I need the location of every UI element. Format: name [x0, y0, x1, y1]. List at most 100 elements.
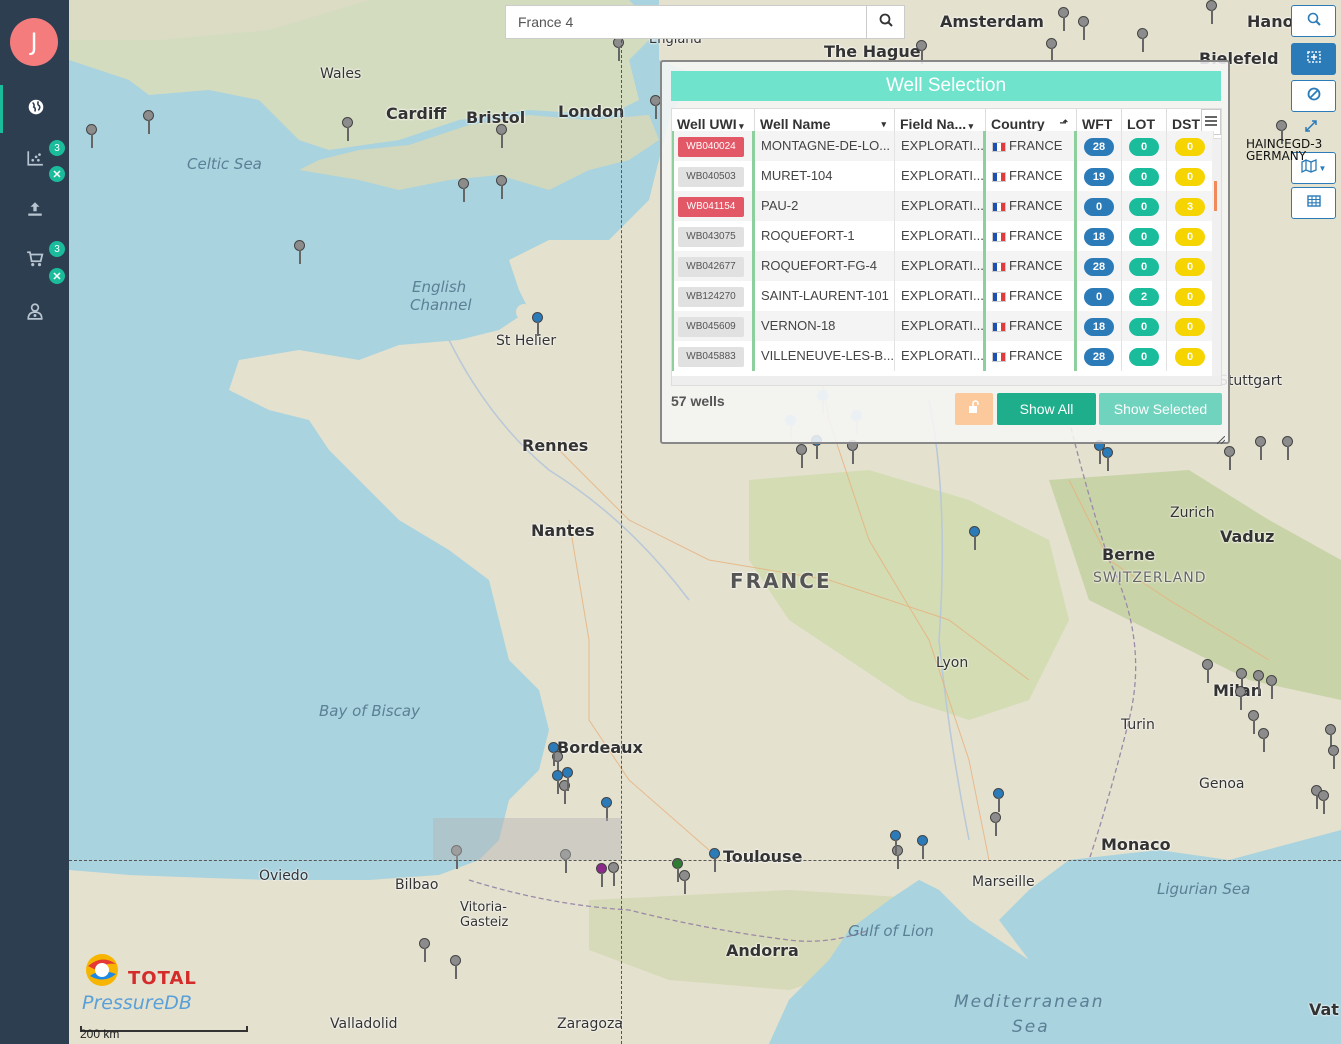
well-pin[interactable]: [989, 812, 1003, 836]
lot-count-badge[interactable]: 0: [1129, 257, 1159, 276]
cart-clear-icon[interactable]: ✕: [49, 268, 65, 284]
grid-horizontal-scrollbar[interactable]: [672, 376, 1221, 385]
search-input[interactable]: [506, 6, 866, 38]
well-pin[interactable]: [607, 862, 621, 886]
table-row[interactable]: WB043075 ROQUEFORT-1 EXPLORATI... FRANCE 18 0…: [672, 221, 1214, 251]
search-button[interactable]: [866, 6, 904, 38]
table-row[interactable]: WB045609 VERNON-18 EXPLORATI... FRANCE 18 0 0: [672, 311, 1214, 341]
table-row[interactable]: WB124270 SAINT-LAURENT-101 EXPLORATI... FRA…: [672, 281, 1214, 311]
well-pin-selected[interactable]: [531, 312, 545, 336]
well-pin-selected[interactable]: [968, 526, 982, 550]
well-pin[interactable]: [795, 444, 809, 468]
wft-count-badge[interactable]: 0: [1084, 197, 1114, 216]
well-pin[interactable]: [1327, 745, 1341, 769]
sidebar-item-admin[interactable]: [0, 289, 69, 337]
wft-count-badge[interactable]: 19: [1084, 167, 1114, 186]
lot-count-badge[interactable]: 0: [1129, 317, 1159, 336]
uwi-tag[interactable]: WB045883: [678, 346, 744, 367]
uwi-tag[interactable]: WB045609: [678, 316, 744, 337]
well-pin[interactable]: [612, 37, 626, 61]
well-pin[interactable]: [1223, 446, 1237, 470]
lot-count-badge[interactable]: 0: [1129, 227, 1159, 246]
well-pin[interactable]: [1252, 670, 1266, 694]
well-pin[interactable]: [495, 124, 509, 148]
lot-count-badge[interactable]: 2: [1129, 287, 1159, 306]
analysis-clear-icon[interactable]: ✕: [49, 166, 65, 182]
table-view-button[interactable]: [1291, 187, 1336, 219]
dst-count-badge[interactable]: 0: [1175, 137, 1205, 156]
well-pin-selected[interactable]: [889, 830, 903, 854]
wft-count-badge[interactable]: 28: [1084, 137, 1114, 156]
grid-vertical-scrollbar[interactable]: [1212, 139, 1221, 377]
lot-count-badge[interactable]: 0: [1129, 137, 1159, 156]
well-pin-purple[interactable]: [595, 863, 609, 887]
well-selection-panel[interactable]: Well Selection Well UWI ▾ Well Name ▾ Fie…: [660, 60, 1230, 445]
sidebar-item-map[interactable]: [0, 85, 69, 133]
selection-rectangle[interactable]: [433, 818, 621, 860]
table-row[interactable]: WB040024 MONTAGNE-DE-LO... EXPLORATI... FRA…: [672, 131, 1214, 161]
uwi-tag[interactable]: WB042677: [678, 256, 744, 277]
unlock-button[interactable]: [955, 393, 993, 425]
well-pin[interactable]: [449, 955, 463, 979]
dst-count-badge[interactable]: 0: [1175, 347, 1205, 366]
well-pin[interactable]: [1205, 0, 1219, 24]
table-row[interactable]: WB042677 ROQUEFORT-FG-4 EXPLORATI... FRANCE…: [672, 251, 1214, 281]
lot-count-badge[interactable]: 0: [1129, 167, 1159, 186]
well-pin-selected[interactable]: [916, 835, 930, 859]
show-all-button[interactable]: Show All: [997, 393, 1096, 425]
box-select-button[interactable]: [1291, 43, 1336, 75]
resize-handle[interactable]: [1216, 431, 1226, 445]
well-pin[interactable]: [495, 175, 509, 199]
lot-count-badge[interactable]: 0: [1129, 197, 1159, 216]
user-avatar[interactable]: J: [10, 18, 58, 66]
well-pin[interactable]: [1136, 28, 1150, 52]
uwi-tag[interactable]: WB124270: [678, 286, 744, 307]
uwi-tag[interactable]: WB043075: [678, 226, 744, 247]
well-pin[interactable]: [1281, 436, 1295, 460]
dst-count-badge[interactable]: 0: [1175, 287, 1205, 306]
dst-count-badge[interactable]: 0: [1175, 317, 1205, 336]
well-pin[interactable]: [418, 938, 432, 962]
sidebar-item-upload[interactable]: [0, 187, 69, 235]
table-row[interactable]: WB040503 MURET-104 EXPLORATI... FRANCE 19 0 0: [672, 161, 1214, 191]
well-pin[interactable]: [1045, 38, 1059, 62]
well-pin[interactable]: [1257, 728, 1271, 752]
dst-count-badge[interactable]: 0: [1175, 167, 1205, 186]
dst-count-badge[interactable]: 0: [1175, 257, 1205, 276]
well-pin[interactable]: [1254, 436, 1268, 460]
show-selected-button[interactable]: Show Selected: [1099, 393, 1222, 425]
well-pin[interactable]: [1234, 686, 1248, 710]
expand-icon[interactable]: [1303, 118, 1323, 138]
well-pin[interactable]: [1265, 675, 1279, 699]
table-row[interactable]: WB045883 VILLENEUVE-LES-B... EXPLORATI... F…: [672, 341, 1214, 371]
well-pin[interactable]: [341, 117, 355, 141]
well-pin[interactable]: [457, 178, 471, 202]
well-pin-selected[interactable]: [1101, 447, 1115, 471]
well-pin[interactable]: [142, 110, 156, 134]
dst-count-badge[interactable]: 3: [1175, 197, 1205, 216]
well-pin[interactable]: [1077, 16, 1091, 40]
dst-count-badge[interactable]: 0: [1175, 227, 1205, 246]
wft-count-badge[interactable]: 0: [1084, 287, 1114, 306]
well-pin[interactable]: [1057, 7, 1071, 31]
wft-count-badge[interactable]: 28: [1084, 257, 1114, 276]
well-pin-green[interactable]: [671, 858, 685, 882]
clear-selection-button[interactable]: [1291, 80, 1336, 112]
well-pin-selected[interactable]: [561, 767, 575, 791]
wft-count-badge[interactable]: 28: [1084, 347, 1114, 366]
zoom-select-button[interactable]: [1291, 5, 1336, 37]
uwi-tag[interactable]: WB041154: [678, 196, 744, 217]
well-pin-selected[interactable]: [992, 788, 1006, 812]
well-pin[interactable]: [85, 124, 99, 148]
wft-count-badge[interactable]: 18: [1084, 317, 1114, 336]
wft-count-badge[interactable]: 18: [1084, 227, 1114, 246]
uwi-tag[interactable]: WB040503: [678, 166, 744, 187]
table-row[interactable]: WB041154 PAU-2 EXPLORATI... FRANCE 0 0 3: [672, 191, 1214, 221]
well-pin[interactable]: [1317, 790, 1331, 814]
well-pin[interactable]: [293, 240, 307, 264]
well-pin-selected[interactable]: [547, 742, 561, 766]
uwi-tag[interactable]: WB040024: [678, 136, 744, 157]
label-vitoria-2: Gasteiz: [460, 915, 509, 930]
lot-count-badge[interactable]: 0: [1129, 347, 1159, 366]
well-pin[interactable]: [1201, 659, 1215, 683]
